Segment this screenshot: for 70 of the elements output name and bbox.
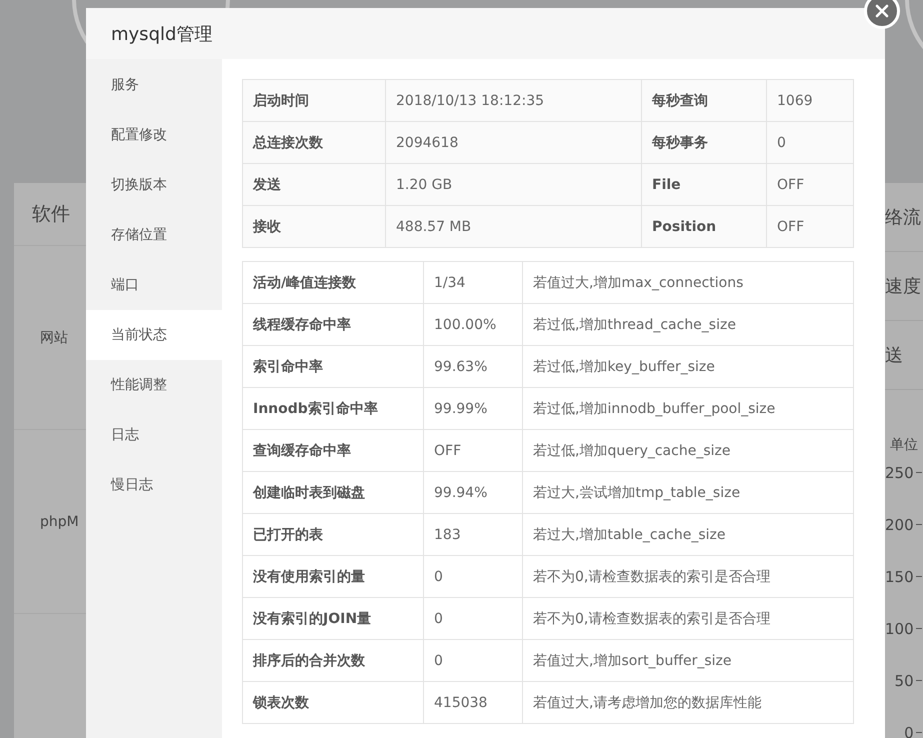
metric-name: 查询缓存命中率 [242, 430, 424, 472]
axis-tick-label: 200 [885, 516, 914, 534]
metric-name: 没有索引的JOIN量 [242, 598, 424, 640]
metric-name: 线程缓存命中率 [242, 304, 424, 346]
metric-value: 0 [424, 640, 522, 682]
traffic-label: 络流 [885, 183, 923, 252]
traffic-label: 速度 [885, 252, 923, 321]
menu-item[interactable]: 日志 [86, 410, 222, 460]
metric-value: 99.99% [424, 388, 522, 430]
metric-hint: 若值过大,增加max_connections [522, 262, 854, 304]
menu-item[interactable]: 配置修改 [86, 110, 222, 160]
status-value: 2018/10/13 18:12:35 [386, 80, 642, 122]
status-value: 1069 [766, 80, 854, 122]
metric-value: 100.00% [424, 304, 522, 346]
metric-hint: 若值过大,增加sort_buffer_size [522, 640, 854, 682]
status-label: 发送 [242, 164, 386, 206]
metric-name: 索引命中率 [242, 346, 424, 388]
metric-name: 没有使用索引的量 [242, 556, 424, 598]
metric-hint: 若值过大,请考虑增加您的数据库性能 [522, 682, 854, 724]
menu-item[interactable]: 服务 [86, 60, 222, 110]
metric-hint: 若过大,增加table_cache_size [522, 514, 854, 556]
status-label: 接收 [242, 206, 386, 248]
metric-name: 活动/峰值连接数 [242, 262, 424, 304]
axis-tick-label: 0 [904, 724, 914, 738]
metric-value: 99.94% [424, 472, 522, 514]
metric-value: 0 [424, 598, 522, 640]
status-label: 启动时间 [242, 80, 386, 122]
traffic-label: 送 [885, 321, 923, 390]
menu-item[interactable]: 当前状态 [86, 310, 222, 360]
axis-tick-label: 150 [885, 568, 914, 586]
status-value: OFF [766, 164, 854, 206]
metric-name: Innodb索引命中率 [242, 388, 424, 430]
axis-tick-label: 250 [885, 464, 914, 482]
metric-hint: 若过低,增加query_cache_size [522, 430, 854, 472]
dialog-title: mysqld管理 [86, 8, 885, 59]
metric-value: 183 [424, 514, 522, 556]
metric-value: 0 [424, 556, 522, 598]
status-value: 1.20 GB [386, 164, 642, 206]
axis-tick-label: 100 [885, 620, 914, 638]
status-label: 每秒事务 [642, 122, 766, 164]
metric-name: 创建临时表到磁盘 [242, 472, 424, 514]
status-label: 每秒查询 [642, 80, 766, 122]
metric-name: 已打开的表 [242, 514, 424, 556]
menu-item[interactable]: 端口 [86, 260, 222, 310]
metric-value: 415038 [424, 682, 522, 724]
metric-name: 锁表次数 [242, 682, 424, 724]
menu-item[interactable]: 切换版本 [86, 160, 222, 210]
status-value: 488.57 MB [386, 206, 642, 248]
menu-item[interactable]: 性能调整 [86, 360, 222, 410]
metric-hint: 若不为0,请检查数据表的索引是否合理 [522, 556, 854, 598]
status-value: OFF [766, 206, 854, 248]
menu-item[interactable]: 慢日志 [86, 460, 222, 510]
metric-hint: 若不为0,请检查数据表的索引是否合理 [522, 598, 854, 640]
metric-value: 1/34 [424, 262, 522, 304]
status-value: 2094618 [386, 122, 642, 164]
status-value: 0 [766, 122, 854, 164]
axis-unit-label: 单位 [889, 436, 919, 454]
metric-hint: 若过低,增加innodb_buffer_pool_size [522, 388, 854, 430]
metric-hint: 若过低,增加thread_cache_size [522, 304, 854, 346]
metric-hint: 若过低,增加key_buffer_size [522, 346, 854, 388]
metric-value: OFF [424, 430, 522, 472]
axis-tick-label: 50 [894, 672, 914, 690]
status-label: 总连接次数 [242, 122, 386, 164]
status-label: Position [642, 206, 766, 248]
metric-value: 99.63% [424, 346, 522, 388]
status-label: File [642, 164, 766, 206]
metric-name: 排序后的合并次数 [242, 640, 424, 682]
close-icon[interactable] [864, 0, 900, 29]
metric-hint: 若过大,尝试增加tmp_table_size [522, 472, 854, 514]
menu-item[interactable]: 存储位置 [86, 210, 222, 260]
